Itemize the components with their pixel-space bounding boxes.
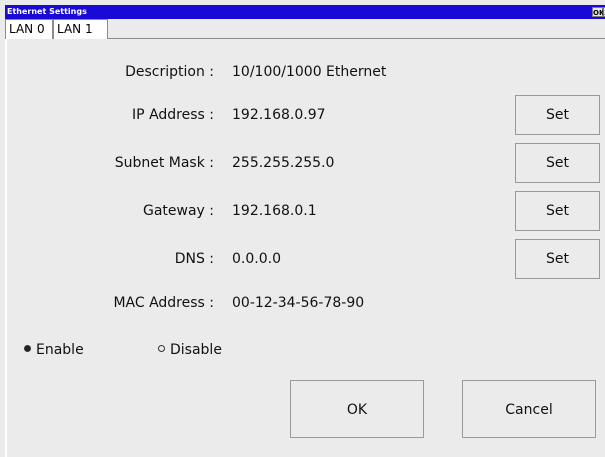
radio-checked-icon [24,345,31,352]
ip-address-value: 192.168.0.97 [232,107,326,123]
tab-lan1[interactable]: LAN 1 [53,19,108,39]
enable-radio[interactable]: Enable [24,342,84,360]
window-title: Ethernet Settings [7,7,87,16]
ip-set-button[interactable]: Set [515,95,600,135]
disable-radio-label: Disable [170,342,222,358]
description-value: 10/100/1000 Ethernet [232,64,387,80]
mac-address-label: MAC Address : [113,295,214,311]
panel-edge [5,39,7,457]
subnet-set-button[interactable]: Set [515,143,600,183]
radio-unchecked-icon [158,345,165,352]
ethernet-settings-window: Ethernet Settings OK X LAN 0 LAN 1 Descr… [0,0,605,457]
dns-label: DNS : [174,251,214,267]
gateway-label: Gateway : [142,203,214,219]
ok-button[interactable]: OK [290,380,424,438]
enable-radio-label: Enable [36,342,84,358]
title-bar: Ethernet Settings OK X [5,5,605,19]
subnet-mask-value: 255.255.255.0 [232,155,335,171]
dns-set-button[interactable]: Set [515,239,600,279]
description-label: Description : [125,64,214,80]
subnet-mask-label: Subnet Mask : [114,155,214,171]
titlebar-ok-button[interactable]: OK [592,7,604,17]
gateway-value: 192.168.0.1 [232,203,317,219]
cancel-button[interactable]: Cancel [462,380,596,438]
disable-radio[interactable]: Disable [158,342,222,360]
mac-address-value: 00-12-34-56-78-90 [232,295,365,311]
gateway-set-button[interactable]: Set [515,191,600,231]
dns-value: 0.0.0.0 [232,251,281,267]
tab-divider [108,38,605,39]
tab-lan0[interactable]: LAN 0 [5,19,53,39]
ip-address-label: IP Address : [132,107,214,123]
